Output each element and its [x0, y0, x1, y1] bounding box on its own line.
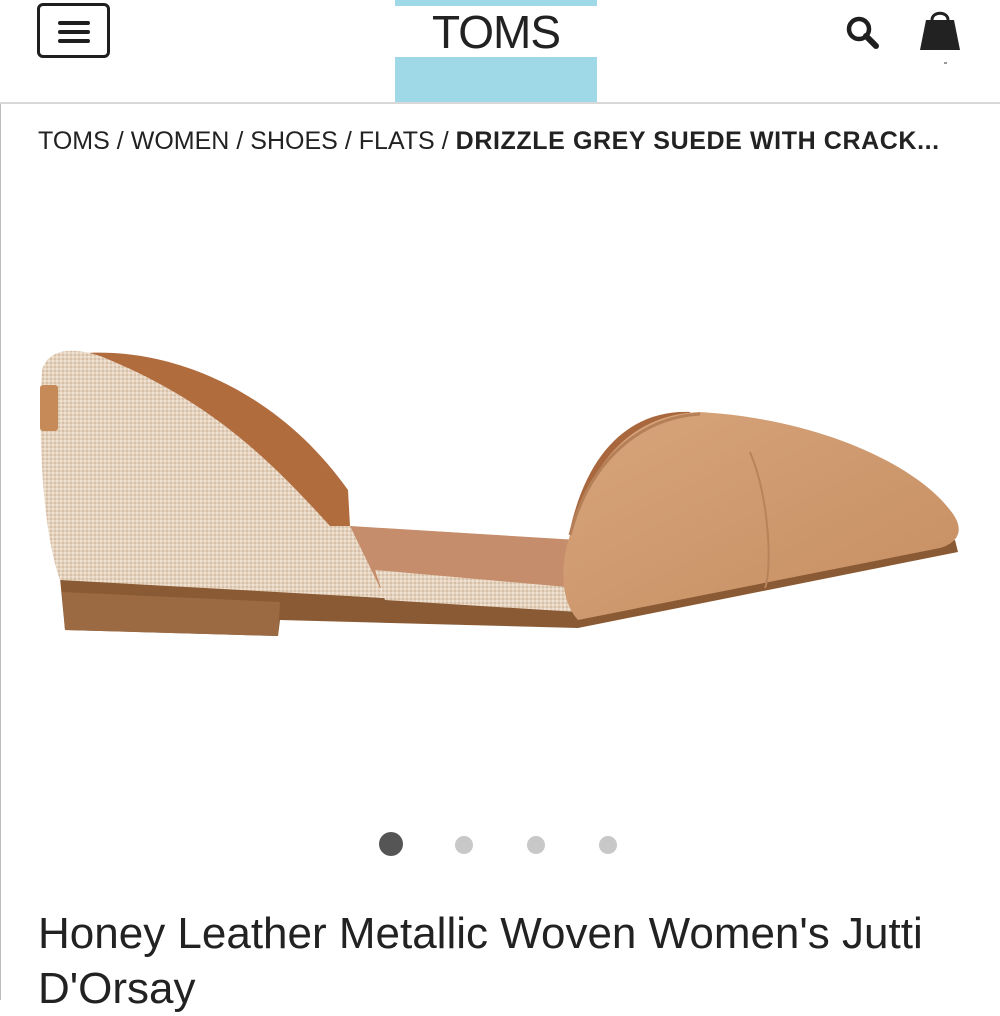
search-button[interactable]: [840, 8, 888, 56]
logo-flag-bottom-band: [395, 57, 597, 102]
search-icon: [846, 16, 879, 49]
product-image[interactable]: [30, 330, 970, 660]
breadcrumb-link-flats[interactable]: FLATS: [359, 127, 435, 155]
toms-logo[interactable]: TOMS: [395, 0, 597, 102]
carousel-dot-3[interactable]: [527, 836, 545, 854]
breadcrumb-current: DRIZZLE GREY SUEDE WITH CRACK...: [455, 127, 940, 155]
shopping-bag-button[interactable]: [912, 2, 968, 58]
carousel-dot-4[interactable]: [599, 836, 617, 854]
carousel-dot-2[interactable]: [455, 836, 473, 854]
breadcrumb-link-shoes[interactable]: SHOES: [250, 127, 338, 155]
image-carousel-dots: [0, 832, 1000, 858]
logo-text: TOMS: [431, 6, 561, 58]
breadcrumb-link-women[interactable]: WOMEN: [131, 127, 230, 155]
breadcrumb-separator: /: [116, 127, 124, 155]
breadcrumb: TOMS / WOMEN / SHOES / FLATS / DRIZZLE GREY SUED…: [38, 124, 978, 158]
breadcrumb-separator: /: [236, 127, 244, 155]
carousel-dot-1[interactable]: [379, 832, 403, 856]
breadcrumb-separator: /: [344, 127, 352, 155]
breadcrumb-link-toms[interactable]: TOMS: [38, 127, 110, 155]
breadcrumb-separator: /: [441, 127, 449, 155]
dorsay-flat-shoe-illustration: [40, 350, 959, 636]
site-header: TOMS: [0, 0, 1000, 104]
bag-count-dot: [944, 62, 947, 64]
menu-button[interactable]: [37, 3, 110, 58]
shopping-bag-icon: [920, 11, 960, 50]
